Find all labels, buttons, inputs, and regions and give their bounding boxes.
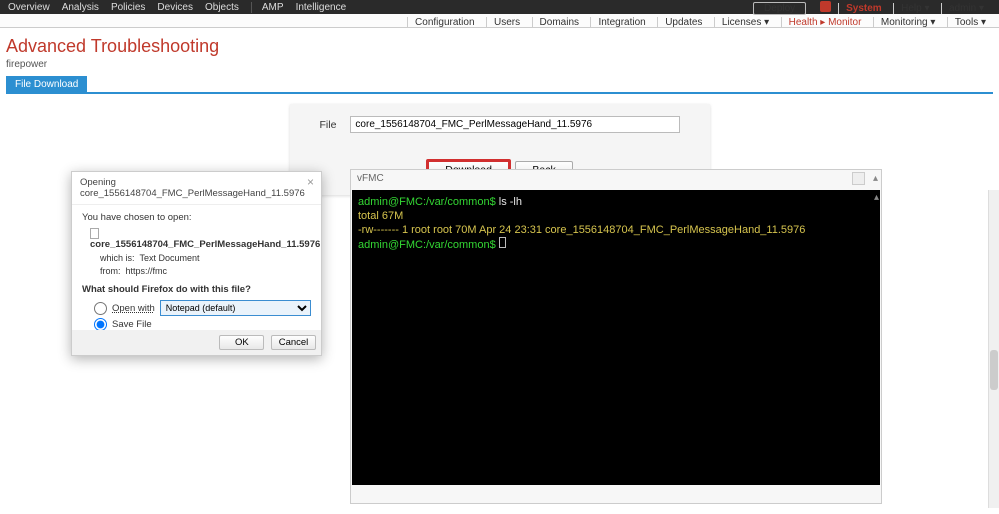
page-subtitle: firepower xyxy=(6,59,993,70)
nav-integration[interactable]: Integration xyxy=(590,17,652,28)
nav-updates[interactable]: Updates xyxy=(657,17,709,28)
file-input[interactable] xyxy=(350,116,679,133)
tab-file-download[interactable]: File Download xyxy=(6,76,87,93)
close-icon[interactable]: × xyxy=(307,175,314,189)
nav-overview[interactable]: Overview xyxy=(8,2,50,13)
dialog-question: What should Firefox do with this file? xyxy=(82,284,311,295)
chevron-up-icon[interactable]: ▴ xyxy=(874,192,879,203)
nav-health-monitor[interactable]: Health ▸ Monitor xyxy=(781,17,869,28)
open-with-label: Open with xyxy=(112,303,155,314)
nav-tools[interactable]: Tools ▾ xyxy=(947,17,993,28)
terminal-window: vFMC ▴ admin@FMC:/var/common$ ls -lh tot… xyxy=(350,169,882,504)
nav-devices[interactable]: Devices xyxy=(157,2,193,13)
save-file-label: Save File xyxy=(112,319,152,330)
file-icon xyxy=(90,228,99,239)
nav-analysis[interactable]: Analysis xyxy=(62,2,99,13)
nav-policies[interactable]: Policies xyxy=(111,2,145,13)
nav-objects[interactable]: Objects xyxy=(205,2,239,13)
terminal-cursor xyxy=(499,237,506,248)
terminal-body[interactable]: admin@FMC:/var/common$ ls -lh total 67M … xyxy=(352,190,880,485)
scrollbar-thumb[interactable] xyxy=(990,350,998,390)
nav-users[interactable]: Users xyxy=(486,17,527,28)
cancel-button[interactable]: Cancel xyxy=(271,335,316,350)
app-select[interactable]: Notepad (default) xyxy=(160,300,311,316)
dialog-title: Opening core_1556148704_FMC_PerlMessageH… xyxy=(72,172,321,205)
nav-intelligence[interactable]: Intelligence xyxy=(296,2,347,13)
nav-configuration[interactable]: Configuration xyxy=(407,17,481,28)
dialog-filename: core_1556148704_FMC_PerlMessageHand_11.5… xyxy=(90,239,320,250)
terminal-title: vFMC xyxy=(357,173,384,184)
terminal-grip[interactable] xyxy=(852,172,865,185)
nav-amp[interactable]: AMP xyxy=(251,2,284,13)
file-label: File xyxy=(320,119,337,131)
page-title: Advanced Troubleshooting xyxy=(6,36,993,57)
nav-licenses[interactable]: Licenses ▾ xyxy=(714,17,776,28)
open-with-radio[interactable] xyxy=(94,302,107,315)
ok-button[interactable]: OK xyxy=(219,335,264,350)
secondary-nav: Configuration Users Domains Integration … xyxy=(0,14,999,28)
nav-domains[interactable]: Domains xyxy=(532,17,586,28)
scrollbar[interactable] xyxy=(988,190,999,508)
chevron-up-icon[interactable]: ▴ xyxy=(873,173,878,184)
nav-monitoring[interactable]: Monitoring ▾ xyxy=(873,17,943,28)
chosen-text: You have chosen to open: xyxy=(82,212,311,223)
download-dialog: Opening core_1556148704_FMC_PerlMessageH… xyxy=(71,171,322,356)
